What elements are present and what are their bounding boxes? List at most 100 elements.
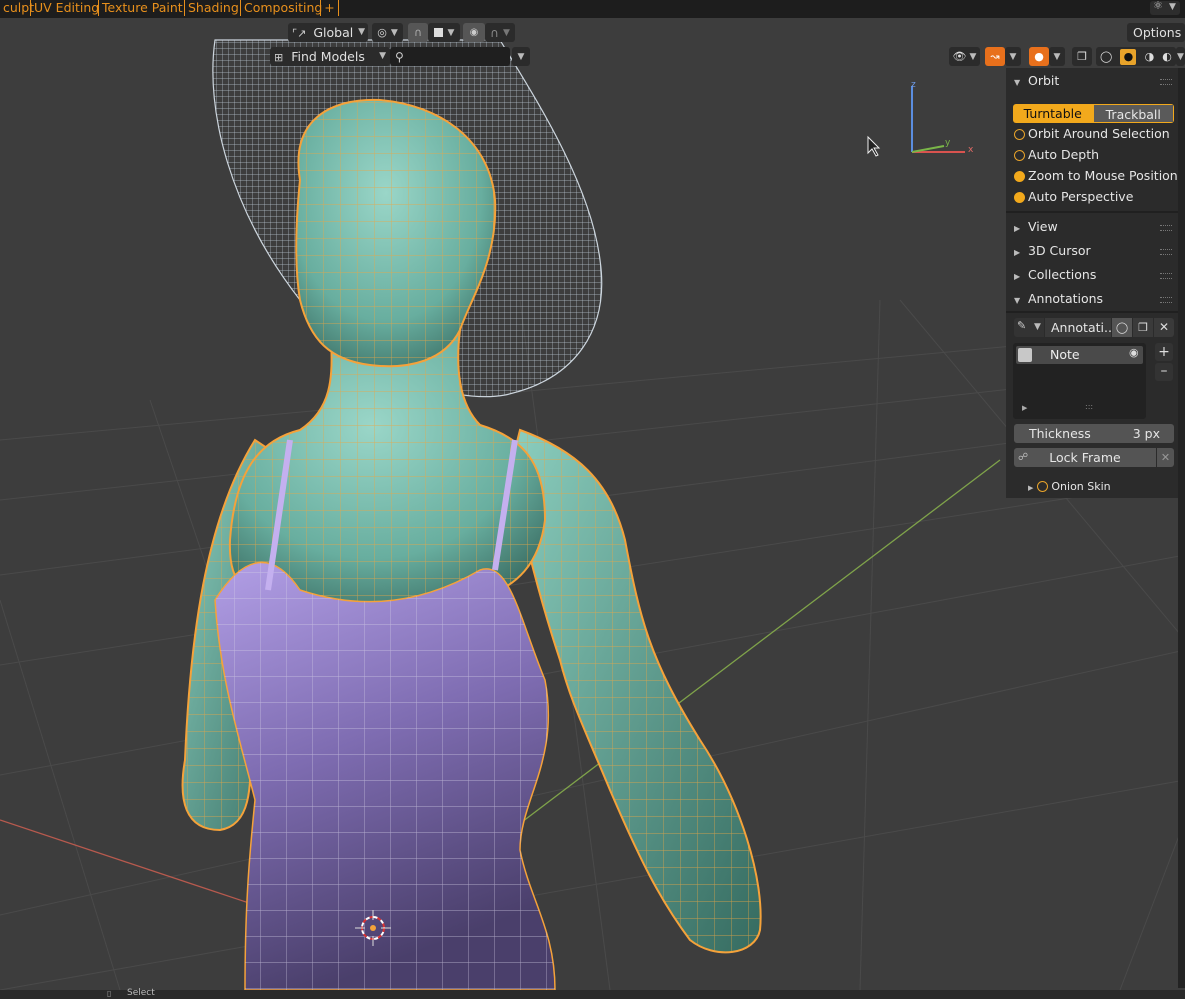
gizmo-dropdown[interactable]: ▼ <box>1005 47 1021 66</box>
xray-icon: ❐ <box>1077 50 1087 63</box>
fake-user-button[interactable]: ◯ <box>1112 318 1132 337</box>
pivot-icon: ◎ <box>377 26 387 39</box>
overlays-icon: ● <box>1034 50 1044 63</box>
sidebar-panel: ▼ Orbit Turntable Trackball Orbit Around … <box>1006 68 1178 498</box>
lock-frame-field[interactable]: ☍ Lock Frame <box>1014 448 1156 467</box>
thickness-field[interactable]: Thickness 3 px <box>1014 424 1174 443</box>
orbit-around-selection-checkbox[interactable]: Orbit Around Selection <box>1014 124 1170 144</box>
annotation-datablock-name[interactable]: Annotati... <box>1045 318 1111 337</box>
drag-grip-icon[interactable] <box>1160 297 1172 303</box>
search-input[interactable]: ⚲ <box>390 47 510 66</box>
search-options-dropdown[interactable]: ▼ <box>512 47 530 66</box>
onion-skin-checkbox[interactable] <box>1037 481 1049 492</box>
trackball-button[interactable]: Trackball <box>1092 104 1174 123</box>
proportional-falloff-dropdown[interactable]: ∩ ▼ <box>485 23 515 42</box>
grid-icon: ⊞ <box>274 51 284 64</box>
tab-shading[interactable]: Shading <box>185 0 241 16</box>
copy-icon: ❐ <box>1138 321 1148 334</box>
resize-grip-icon[interactable]: ::: <box>1085 402 1093 411</box>
transform-orientation-dropdown[interactable]: ⌜↗ Global ▼ <box>288 23 368 42</box>
zoom-to-mouse-checkbox[interactable]: Zoom to Mouse Position <box>1014 166 1178 186</box>
gizmo-z-label: z <box>911 80 916 90</box>
drag-grip-icon[interactable] <box>1160 249 1172 255</box>
unchecked-icon <box>1014 129 1025 140</box>
auto-depth-checkbox[interactable]: Auto Depth <box>1014 145 1099 165</box>
auto-perspective-checkbox[interactable]: Auto Perspective <box>1014 187 1133 207</box>
snap-increment-icon <box>433 28 443 37</box>
overlays-dropdown[interactable]: ▼ <box>1049 47 1065 66</box>
scene-icon: ⚛ <box>1153 0 1163 12</box>
magnet-icon: ∩ <box>413 26 423 39</box>
annotations-section-header[interactable]: ▼ Annotations <box>1014 289 1103 309</box>
layer-row-note[interactable]: Note ◉ <box>1016 346 1143 364</box>
clear-lock-frame-button[interactable]: ✕ <box>1157 448 1174 467</box>
shading-dropdown[interactable]: ▼ <box>1176 47 1185 66</box>
layer-color-swatch[interactable] <box>1018 348 1032 362</box>
tab-compositing[interactable]: Compositing <box>241 0 322 16</box>
gizmo-toggle[interactable]: ↝ <box>985 47 1005 66</box>
chevron-down-icon: ▼ <box>379 51 386 61</box>
xray-toggle[interactable]: ❐ <box>1072 47 1092 66</box>
chevron-down-icon: ▼ <box>358 27 365 37</box>
overlays-toggle[interactable]: ● <box>1029 47 1049 66</box>
gizmo-y-label: y <box>945 138 951 148</box>
wireframe-shading-icon[interactable]: ◯ <box>1100 50 1112 63</box>
orbit-method-toggle: Turntable Trackball <box>1013 104 1174 123</box>
orbit-section-header[interactable]: ▼ Orbit <box>1014 71 1059 91</box>
turntable-button[interactable]: Turntable <box>1013 104 1093 123</box>
lock-icon: ☍ <box>1018 452 1029 463</box>
gizmo-x-label: x <box>968 145 974 155</box>
shield-icon: ◯ <box>1115 321 1129 334</box>
chevron-down-icon: ▼ <box>1169 2 1176 12</box>
collections-section-header[interactable]: ▶ Collections <box>1014 265 1096 285</box>
duplicate-button[interactable]: ❐ <box>1133 318 1153 337</box>
annotate-icon: ✎ <box>1017 319 1027 332</box>
options-dropdown[interactable]: Options <box>1127 23 1185 42</box>
search-icon: ⚲ <box>395 50 404 64</box>
checked-icon <box>1014 171 1025 182</box>
find-models-dropdown[interactable]: ⊞ Find Models ▼ <box>270 47 390 66</box>
3d-cursor-section-header[interactable]: ▶ 3D Cursor <box>1014 241 1091 261</box>
drag-grip-icon[interactable] <box>1160 225 1172 231</box>
visibility-dropdown[interactable]: 👁 ▼ <box>949 47 980 66</box>
chevron-down-icon: ▼ <box>1053 51 1061 62</box>
remove-layer-button[interactable]: – <box>1155 363 1173 381</box>
eye-icon[interactable]: ◉ <box>1129 346 1139 359</box>
snap-toggle[interactable]: ∩ <box>408 23 428 42</box>
add-layer-button[interactable]: + <box>1155 343 1173 361</box>
section-divider <box>1006 211 1178 213</box>
collapsed-triangle-icon[interactable]: ▶ <box>1022 404 1027 412</box>
tab-texture-paint[interactable]: Texture Paint <box>99 0 185 16</box>
eye-icon: 👁 <box>952 50 967 63</box>
shading-mode-group: ◯ ● ◑ ◐ <box>1096 47 1176 66</box>
material-shading-icon[interactable]: ◑ <box>1145 50 1155 63</box>
annotation-layer-list: Note ◉ ▶ ::: <box>1013 343 1146 419</box>
proportional-edit-icon: ◉ <box>469 27 479 38</box>
pivot-point-dropdown[interactable]: ◎ ▼ <box>372 23 403 42</box>
scene-selector-button[interactable]: ⚛ ▼ <box>1150 0 1180 15</box>
collapsed-triangle-icon: ▶ <box>1014 272 1021 281</box>
chevron-down-icon: ▼ <box>1009 51 1017 62</box>
annotation-browse-button[interactable]: ✎ ▼ <box>1014 318 1044 337</box>
plus-icon: + <box>1158 344 1170 360</box>
collapsed-triangle-icon: ▶ <box>1028 484 1034 492</box>
orientation-gizmo <box>911 86 965 153</box>
drag-grip-icon[interactable] <box>1160 273 1172 279</box>
onion-skin-subpanel[interactable]: ▶ Onion Skin <box>1028 478 1111 496</box>
proportional-edit-toggle[interactable]: ◉ <box>463 23 485 42</box>
chevron-down-icon: ▼ <box>1177 51 1184 62</box>
add-workspace-button[interactable]: + <box>321 0 339 16</box>
drag-grip-icon[interactable] <box>1160 79 1172 85</box>
status-select-label: Select <box>127 988 155 998</box>
sidebar-tabs[interactable] <box>1178 68 1185 988</box>
chevron-down-icon: ▼ <box>1034 322 1041 332</box>
rendered-shading-icon[interactable]: ◐ <box>1162 50 1172 63</box>
unlink-button[interactable]: ✕ <box>1154 318 1174 337</box>
unchecked-icon <box>1014 150 1025 161</box>
solid-shading-icon[interactable]: ● <box>1120 48 1137 65</box>
view-section-header[interactable]: ▶ View <box>1014 217 1058 237</box>
tab-uv-editing[interactable]: UV Editing <box>31 0 99 16</box>
snap-target-dropdown[interactable]: ▼ <box>428 23 460 42</box>
close-icon: ✕ <box>1160 451 1171 464</box>
tab-sculpt[interactable]: culpt <box>0 0 34 16</box>
